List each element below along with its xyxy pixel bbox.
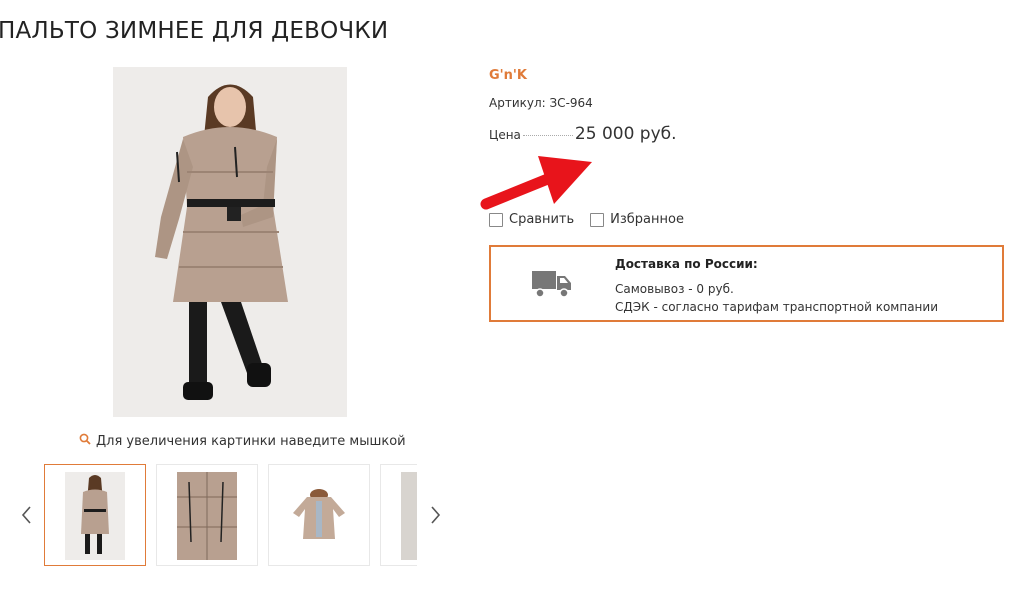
thumbnail-next-button[interactable]	[427, 503, 443, 527]
chevron-left-icon	[21, 506, 31, 524]
delivery-pickup: Самовывоз - 0 руб.	[615, 282, 734, 296]
delivery-cdek: СДЭК - согласно тарифам транспортной ком…	[615, 300, 939, 314]
price-label: Цена	[489, 128, 521, 142]
price-row: Цена 25 000 руб.	[489, 124, 677, 144]
truck-icon	[531, 269, 573, 303]
thumbnail-flat[interactable]	[268, 464, 370, 566]
thumbnail-front[interactable]	[44, 464, 146, 566]
product-actions: Сравнить Избранное	[489, 212, 684, 227]
thumbnail-prev-button[interactable]	[19, 503, 35, 527]
favorite-checkbox[interactable]: Избранное	[590, 212, 684, 227]
compare-checkbox[interactable]: Сравнить	[489, 212, 574, 227]
thumbnail-partial[interactable]	[380, 464, 417, 566]
price-value: 25 000 руб.	[574, 124, 677, 144]
thumbnail-detail[interactable]	[156, 464, 258, 566]
search-icon	[79, 433, 91, 449]
brand-link[interactable]: G'n'K	[489, 68, 527, 83]
price-leader-dots	[522, 135, 573, 136]
product-sku: Артикул: ЗС-964	[489, 96, 593, 110]
chevron-right-icon	[431, 506, 441, 524]
zoom-hint: Для увеличения картинки наведите мышкой	[79, 433, 406, 449]
compare-label: Сравнить	[509, 212, 575, 227]
zoom-hint-text: Для увеличения картинки наведите мышкой	[96, 433, 406, 449]
red-arrow-annotation	[480, 156, 592, 210]
thumbnail-strip	[44, 464, 417, 566]
delivery-info-box: Доставка по России: Самовывоз - 0 руб. С…	[489, 245, 1004, 322]
compare-checkbox-box[interactable]	[489, 212, 503, 227]
page-title: ПАЛЬТО ЗИМНЕЕ ДЛЯ ДЕВОЧКИ	[0, 18, 389, 44]
delivery-title: Доставка по России:	[615, 257, 758, 271]
main-product-image[interactable]	[113, 67, 347, 417]
favorite-label: Избранное	[610, 212, 684, 227]
favorite-checkbox-box[interactable]	[590, 212, 605, 227]
coat-photo	[113, 67, 347, 417]
